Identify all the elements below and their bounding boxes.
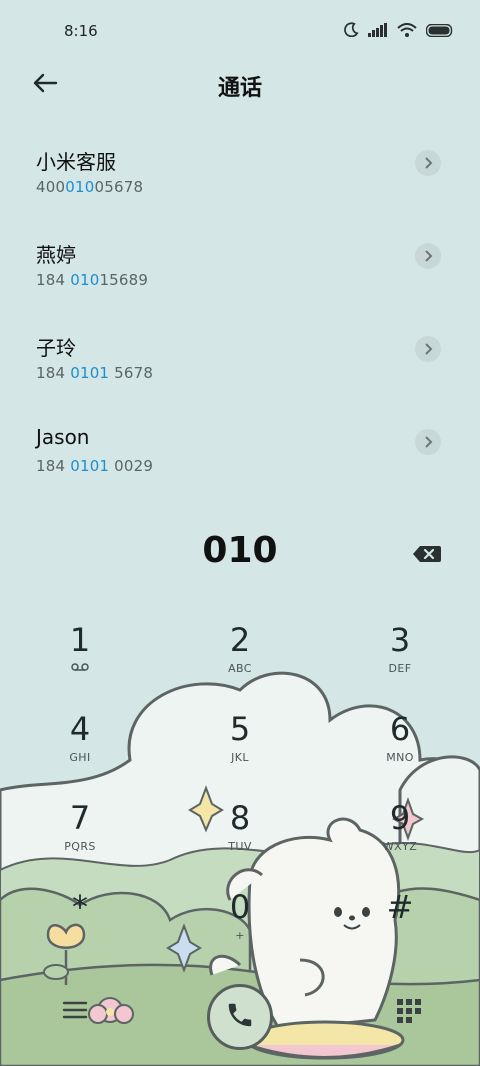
voicemail-icon [20,662,140,676]
call-button[interactable] [207,984,273,1050]
key-9[interactable]: 9 WXYZ [340,798,460,878]
contact-item[interactable]: 子玲 184 0101 5678 [0,316,480,409]
matched-digits: 0101 [70,457,110,475]
backspace-icon [412,546,442,569]
contact-name: Jason [36,425,90,449]
contact-name: 燕婷 [36,243,76,267]
chevron-right-icon [423,340,433,359]
contact-detail-button[interactable] [415,150,441,176]
status-time: 8:16 [64,22,98,40]
key-star[interactable]: * [20,887,140,967]
chevron-right-icon [423,433,433,452]
key-0[interactable]: 0 + [180,887,300,967]
key-3[interactable]: 3 DEF [340,620,460,700]
chevron-right-icon [423,154,433,173]
contact-detail-button[interactable] [415,243,441,269]
contact-detail-button[interactable] [415,429,441,455]
status-icons [344,22,454,41]
header: 通话 [0,62,480,106]
contact-item[interactable]: 燕婷 184 01015689 [0,223,480,316]
status-bar: 8:16 [0,0,480,62]
key-8[interactable]: 8 TUV [180,798,300,878]
contact-detail-button[interactable] [415,336,441,362]
key-7[interactable]: 7 PQRS [20,798,140,878]
backspace-button[interactable] [412,543,442,565]
contact-number: 40001005678 [36,178,144,196]
contact-list: 小米客服 40001005678 燕婷 184 01015689 子玲 184 … [0,130,480,502]
dialpad-icon [396,999,422,1028]
signal-icon [368,22,388,41]
contact-number: 184 01015689 [36,271,149,289]
menu-button[interactable] [62,1000,88,1022]
matched-digits: 010 [65,178,95,196]
battery-icon [425,22,454,41]
dialed-number: 010 [202,530,278,571]
contact-item[interactable]: 小米客服 40001005678 [0,130,480,223]
key-hash[interactable]: # [340,887,460,967]
menu-icon [62,1001,88,1024]
matched-digits: 0101 [70,364,110,382]
key-2[interactable]: 2 ABC [180,620,300,700]
contact-item[interactable]: Jason 184 0101 0029 [0,409,480,502]
contact-name: 小米客服 [36,150,116,174]
contact-number: 184 0101 0029 [36,457,154,475]
contact-name: 子玲 [36,336,76,360]
chevron-right-icon [423,247,433,266]
keypad-toggle-button[interactable] [396,998,422,1024]
key-4[interactable]: 4 GHI [20,709,140,789]
key-6[interactable]: 6 MNO [340,709,460,789]
contact-number: 184 0101 5678 [36,364,154,382]
key-5[interactable]: 5 JKL [180,709,300,789]
key-1[interactable]: 1 [20,620,140,700]
page-title: 通话 [217,76,262,101]
moon-icon [344,22,359,41]
wifi-icon [397,22,417,41]
phone-icon [225,1000,255,1034]
matched-digits: 010 [70,271,100,289]
